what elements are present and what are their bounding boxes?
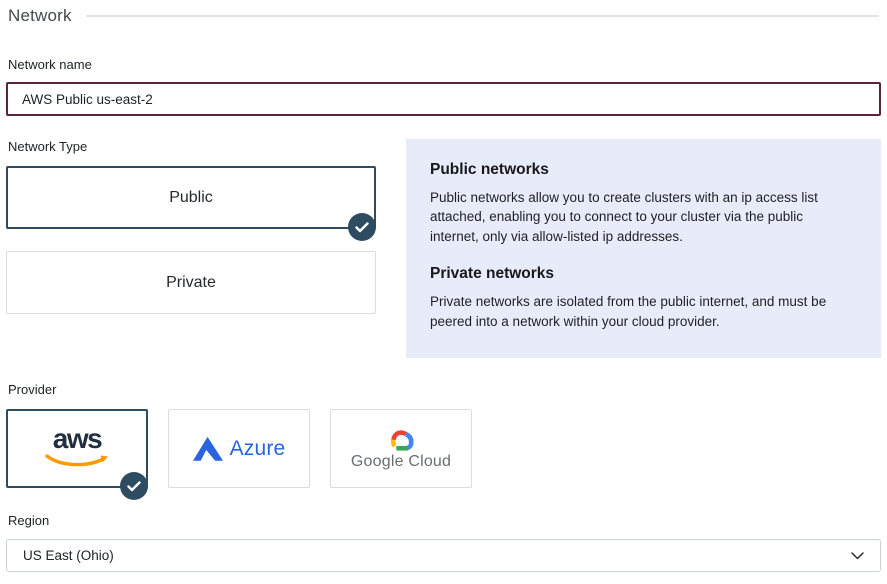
azure-wordmark: Azure <box>230 437 286 461</box>
network-section: Network Network name Network Type Public… <box>0 0 887 572</box>
check-icon <box>355 222 369 233</box>
region-label: Region <box>8 513 881 528</box>
provider-group: aws Azure <box>6 409 881 488</box>
network-type-option-public[interactable]: Public <box>6 166 376 229</box>
public-networks-info: Public networks Public networks allow yo… <box>430 161 855 246</box>
google-cloud-wordmark: Google Cloud <box>351 453 451 471</box>
aws-wordmark: aws <box>53 425 101 453</box>
provider-option-aws[interactable]: aws <box>6 409 148 488</box>
google-cloud-icon <box>385 427 417 451</box>
section-divider <box>86 15 879 17</box>
private-networks-heading: Private networks <box>430 265 855 283</box>
private-networks-info: Private networks Private networks are is… <box>430 265 855 331</box>
network-name-input[interactable] <box>6 82 881 116</box>
public-networks-body: Public networks allow you to create clus… <box>430 188 855 246</box>
network-type-option-private[interactable]: Private <box>6 251 376 314</box>
network-type-option-label: Public <box>169 189 213 207</box>
azure-logo: Azure <box>193 436 286 462</box>
network-name-label: Network name <box>8 57 881 72</box>
section-title: Network <box>8 6 72 26</box>
selected-check-badge <box>120 472 148 500</box>
region-select[interactable]: US East (Ohio) <box>6 539 881 572</box>
aws-smile-icon <box>44 454 110 470</box>
provider-option-google-cloud[interactable]: Google Cloud <box>330 409 472 488</box>
region-selected-value: US East (Ohio) <box>23 548 114 563</box>
chevron-down-icon <box>851 552 864 560</box>
azure-icon <box>193 436 223 462</box>
network-type-label: Network Type <box>8 139 378 154</box>
check-icon <box>127 481 141 492</box>
aws-logo: aws <box>44 425 110 470</box>
google-cloud-logo: Google Cloud <box>351 427 451 471</box>
network-type-group: Network Type Public Private <box>6 139 378 358</box>
network-type-option-label: Private <box>166 274 216 292</box>
public-networks-heading: Public networks <box>430 161 855 179</box>
provider-option-azure[interactable]: Azure <box>168 409 310 488</box>
private-networks-body: Private networks are isolated from the p… <box>430 292 855 331</box>
selected-check-badge <box>348 213 376 241</box>
provider-label: Provider <box>8 382 881 397</box>
network-info-panel: Public networks Public networks allow yo… <box>406 139 881 358</box>
section-header: Network <box>8 6 881 26</box>
